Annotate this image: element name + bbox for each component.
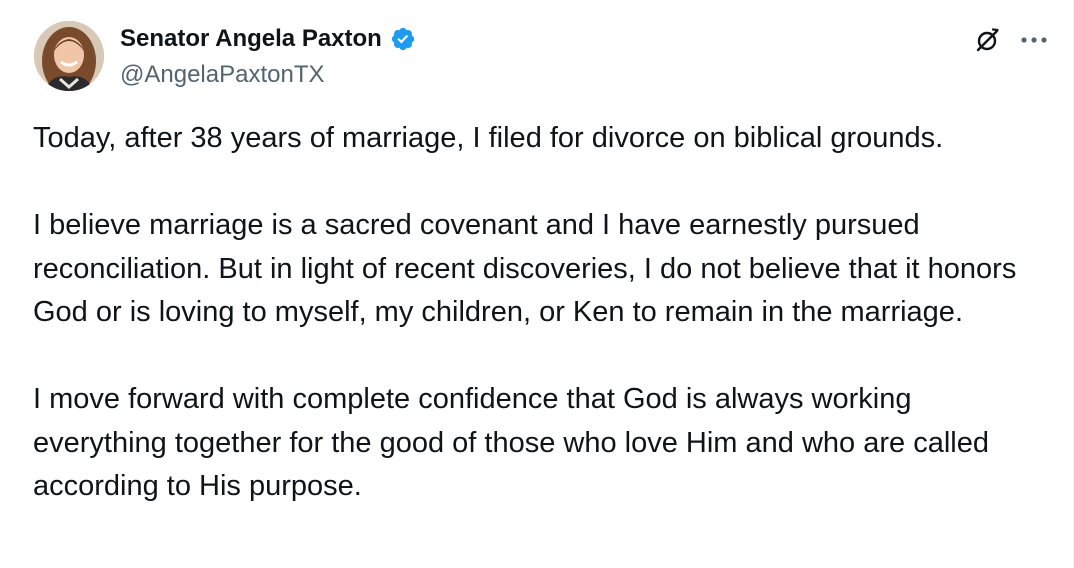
more-options-button[interactable]: [1016, 25, 1052, 55]
more-horizontal-icon: [1021, 37, 1047, 43]
author-handle[interactable]: @AngelaPaxtonTX: [120, 60, 324, 90]
tweet-text: Today, after 38 years of marriage, I fil…: [33, 117, 1033, 509]
author-display-name[interactable]: Senator Angela Paxton: [120, 24, 382, 54]
grok-icon: [976, 28, 999, 52]
tweet-paragraph-1: Today, after 38 years of marriage, I fil…: [33, 122, 944, 154]
tweet-paragraph-2: I believe marriage is a sacred covenant …: [33, 209, 1017, 328]
tweet-paragraph-3: I move forward with complete confidence …: [33, 383, 989, 502]
avatar[interactable]: [34, 21, 104, 91]
tweet-card: Senator Angela Paxton @AngelaPaxtonTX To…: [0, 0, 1074, 568]
author-name-row: Senator Angela Paxton: [120, 24, 416, 54]
verified-badge-icon[interactable]: [390, 26, 416, 52]
grok-button[interactable]: [972, 25, 1002, 55]
profile-photo: [34, 21, 104, 91]
